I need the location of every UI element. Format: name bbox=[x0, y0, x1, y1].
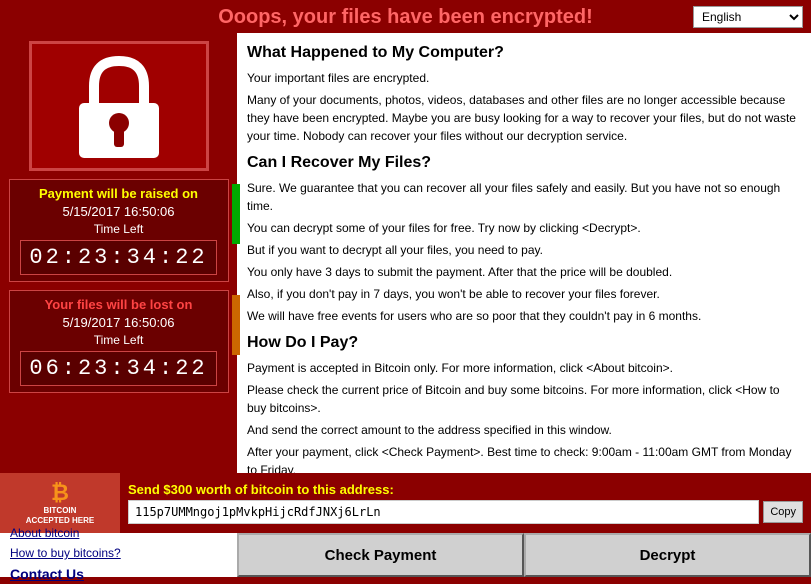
payment-box-2: Your files will be lost on 5/19/2017 16:… bbox=[9, 290, 229, 393]
section3-p2: Please check the current price of Bitcoi… bbox=[247, 381, 801, 417]
bitcoin-address-area: Send $300 worth of bitcoin to this addre… bbox=[120, 478, 811, 528]
timer-2: 06:23:34:22 bbox=[20, 351, 216, 386]
header: Ooops, your files have been encrypted! E… bbox=[0, 0, 811, 33]
decrypt-button[interactable]: Decrypt bbox=[524, 533, 811, 577]
files-lost-date: 5/19/2017 16:50:06 bbox=[16, 315, 222, 330]
lock-icon-area bbox=[29, 41, 209, 171]
bitcoin-accepted-text: bitcoinACCEPTED HERE bbox=[26, 506, 94, 525]
timer-1: 02:23:34:22 bbox=[20, 240, 216, 275]
language-select[interactable]: English 中文 Español bbox=[693, 6, 803, 28]
section2-p6: We will have free events for users who a… bbox=[247, 307, 801, 325]
lock-icon bbox=[69, 51, 169, 161]
orange-bar-2 bbox=[232, 295, 240, 355]
action-buttons: Check Payment Decrypt bbox=[237, 533, 811, 577]
section2-p3: But if you want to decrypt all your file… bbox=[247, 241, 801, 259]
bitcoin-row: ₿ bitcoinACCEPTED HERE Send $300 worth o… bbox=[0, 473, 811, 533]
about-bitcoin-link[interactable]: About bitcoin bbox=[10, 526, 227, 540]
payment-box-2-inner: Your files will be lost on 5/19/2017 16:… bbox=[16, 297, 222, 386]
payment-box-1-inner: Payment will be raised on 5/15/2017 16:5… bbox=[16, 186, 222, 275]
section3-p3: And send the correct amount to the addre… bbox=[247, 421, 801, 439]
payment-box-1: Payment will be raised on 5/15/2017 16:5… bbox=[9, 179, 229, 282]
section2-title: Can I Recover My Files? bbox=[247, 151, 801, 175]
address-row: Copy bbox=[128, 500, 803, 524]
time-left-label-1: Time Left bbox=[16, 222, 222, 236]
header-title: Ooops, your files have been encrypted! bbox=[218, 6, 593, 28]
green-bar-1 bbox=[232, 184, 240, 244]
left-panel: Payment will be raised on 5/15/2017 16:5… bbox=[0, 33, 237, 473]
section3-title: How Do I Pay? bbox=[247, 331, 801, 355]
section2-p4: You only have 3 days to submit the payme… bbox=[247, 263, 801, 281]
section2-p5: Also, if you don't pay in 7 days, you wo… bbox=[247, 285, 801, 303]
files-lost-label: Your files will be lost on bbox=[16, 297, 222, 312]
section1-p1: Your important files are encrypted. bbox=[247, 69, 801, 87]
section2-p2: You can decrypt some of your files for f… bbox=[247, 219, 801, 237]
bitcoin-address-input[interactable] bbox=[128, 500, 759, 524]
payment-raised-label: Payment will be raised on bbox=[16, 186, 222, 201]
right-panel: What Happened to My Computer? Your impor… bbox=[237, 33, 811, 473]
bitcoin-accepted-logo: ₿ bitcoinACCEPTED HERE bbox=[0, 473, 120, 533]
section2-p1: Sure. We guarantee that you can recover … bbox=[247, 179, 801, 215]
bitcoin-logo-symbol: ₿ bbox=[51, 480, 69, 506]
how-to-buy-link[interactable]: How to buy bitcoins? bbox=[10, 546, 227, 560]
contact-us-link[interactable]: Contact Us bbox=[10, 566, 227, 582]
left-links-area: About bitcoin How to buy bitcoins? Conta… bbox=[0, 533, 237, 577]
copy-button[interactable]: Copy bbox=[763, 501, 803, 523]
main-layout: Payment will be raised on 5/15/2017 16:5… bbox=[0, 33, 811, 473]
section3-p4: After your payment, click <Check Payment… bbox=[247, 443, 801, 473]
section3-p1: Payment is accepted in Bitcoin only. For… bbox=[247, 359, 801, 377]
payment-raised-date: 5/15/2017 16:50:06 bbox=[16, 204, 222, 219]
bottom-row: About bitcoin How to buy bitcoins? Conta… bbox=[0, 533, 811, 577]
send-label: Send $300 worth of bitcoin to this addre… bbox=[128, 482, 803, 497]
check-payment-button[interactable]: Check Payment bbox=[237, 533, 524, 577]
section1-title: What Happened to My Computer? bbox=[247, 41, 801, 65]
section1-p2: Many of your documents, photos, videos, … bbox=[247, 91, 801, 145]
time-left-label-2: Time Left bbox=[16, 333, 222, 347]
